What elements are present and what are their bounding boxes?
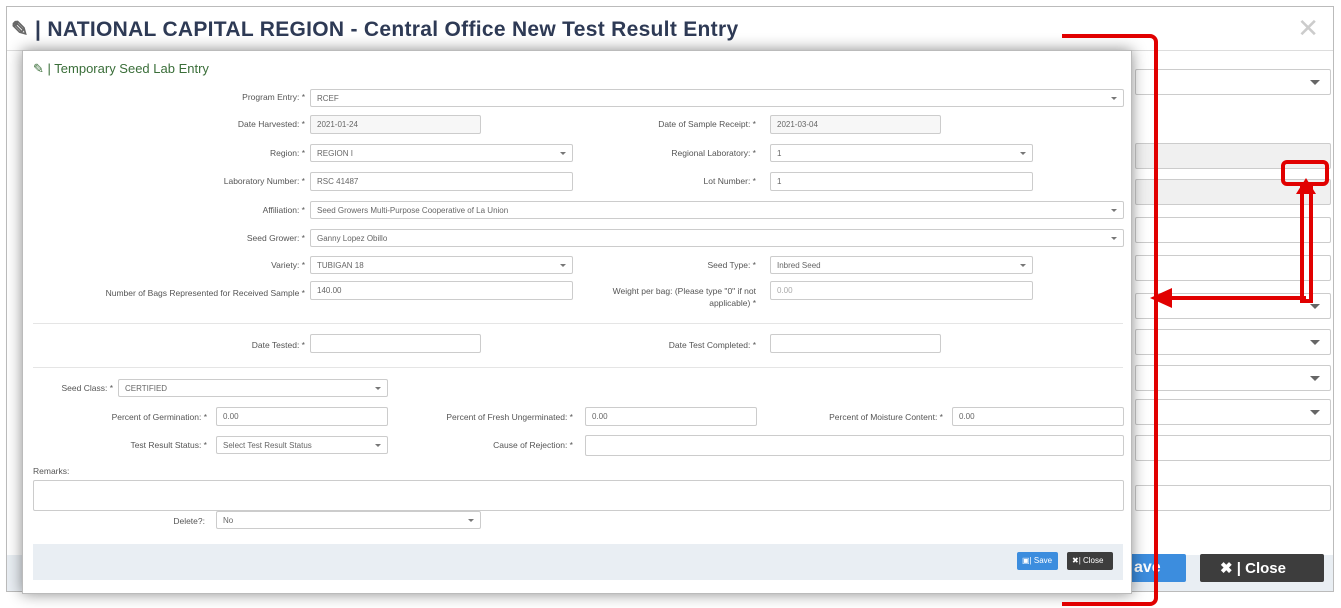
weight-per-bag-input[interactable]: 0.00 (770, 281, 1033, 300)
weight-per-bag-label: Weight per bag: (Please type "0" if not … (612, 286, 756, 308)
affiliation-label: Affiliation: * (262, 205, 305, 215)
background-field-10[interactable] (1135, 435, 1331, 461)
edit-icon: ✎ (33, 61, 44, 76)
laboratory-number-input[interactable]: RSC 41487 (310, 172, 573, 191)
annotation-connector (1300, 185, 1313, 303)
test-result-status-select[interactable]: Select Test Result Status (216, 436, 388, 454)
germination-label: Percent of Germination: * (111, 412, 207, 422)
fresh-ungerminated-input[interactable]: 0.00 (585, 407, 757, 426)
cause-of-rejection-input[interactable] (585, 435, 1124, 456)
laboratory-number-label: Laboratory Number: * (223, 176, 305, 186)
divider (33, 367, 1123, 368)
region-label: Region: * (270, 148, 305, 158)
program-entry-label: Program Entry: * (242, 92, 305, 102)
date-of-sample-receipt-input[interactable]: 2021-03-04 (770, 115, 941, 134)
fresh-ungerminated-label: Percent of Fresh Ungerminated: * (446, 412, 573, 422)
modal-footer (33, 544, 1123, 580)
program-entry-select[interactable]: RCEF (310, 89, 1124, 107)
background-close-button[interactable]: ✖ | Close (1200, 554, 1324, 582)
background-select-8[interactable] (1135, 365, 1331, 391)
date-tested-label: Date Tested: * (251, 340, 305, 350)
region-select[interactable]: REGION I (310, 144, 573, 162)
cause-of-rejection-label: Cause of Rejection: * (493, 440, 573, 450)
seed-grower-label: Seed Grower: * (246, 233, 305, 243)
temporary-seed-lab-entry-modal: ✎ | Temporary Seed Lab Entry Program Ent… (22, 50, 1132, 594)
delete-select[interactable]: No (216, 511, 481, 529)
date-harvested-label: Date Harvested: * (237, 119, 305, 129)
background-select-1[interactable] (1135, 69, 1331, 95)
date-test-completed-label: Date Test Completed: * (668, 340, 756, 350)
background-select-9[interactable] (1135, 399, 1331, 425)
variety-select[interactable]: TUBIGAN 18 (310, 256, 573, 274)
moisture-content-label: Percent of Moisture Content: * (829, 412, 943, 422)
seed-type-label: Seed Type: * (707, 260, 756, 270)
delete-label: Delete?: (173, 516, 205, 526)
germination-input[interactable]: 0.00 (216, 407, 388, 426)
seed-type-select[interactable]: Inbred Seed (770, 256, 1033, 274)
floppy-disk-icon: ▣ (1022, 556, 1030, 565)
close-x-icon[interactable]: ✕ (1297, 13, 1319, 44)
date-tested-input[interactable] (310, 334, 481, 353)
bags-label: Number of Bags Represented for Received … (105, 288, 305, 298)
annotation-bracket (1062, 34, 1158, 606)
background-dialog-title: ✎ | NATIONAL CAPITAL REGION - Central Of… (11, 18, 739, 41)
seed-class-select[interactable]: CERTIFIED (118, 379, 388, 397)
annotation-arrow-shaft (1168, 296, 1306, 300)
remarks-textarea[interactable] (33, 480, 1124, 511)
remarks-label: Remarks: (33, 466, 70, 476)
bags-input[interactable]: 140.00 (310, 281, 573, 300)
close-circle-icon: ✖ (1220, 560, 1233, 577)
divider (33, 323, 1123, 324)
lot-number-label: Lot Number: * (703, 176, 756, 186)
date-test-completed-input[interactable] (770, 334, 941, 353)
affiliation-select[interactable]: Seed Growers Multi-Purpose Cooperative o… (310, 201, 1124, 219)
seed-class-label: Seed Class: * (61, 383, 114, 393)
test-result-status-label: Test Result Status: * (130, 440, 207, 450)
modal-title: ✎ | Temporary Seed Lab Entry (33, 61, 209, 76)
seed-grower-select[interactable]: Ganny Lopez Obillo (310, 229, 1124, 247)
date-of-sample-receipt-label: Date of Sample Receipt: * (658, 119, 756, 129)
background-select-7[interactable] (1135, 329, 1331, 355)
lot-number-input[interactable]: 1 (770, 172, 1033, 191)
regional-laboratory-select[interactable]: 1 (770, 144, 1033, 162)
variety-label: Variety: * (271, 260, 305, 270)
date-harvested-input[interactable]: 2021-01-24 (310, 115, 481, 134)
background-field-11[interactable] (1135, 485, 1331, 511)
regional-laboratory-label: Regional Laboratory: * (671, 148, 756, 158)
save-button[interactable]: ▣| Save (1017, 552, 1058, 570)
edit-icon: ✎ (11, 18, 29, 41)
annotation-arrow-up-head-icon (1296, 178, 1316, 194)
annotation-arrow-head-icon (1150, 288, 1172, 308)
